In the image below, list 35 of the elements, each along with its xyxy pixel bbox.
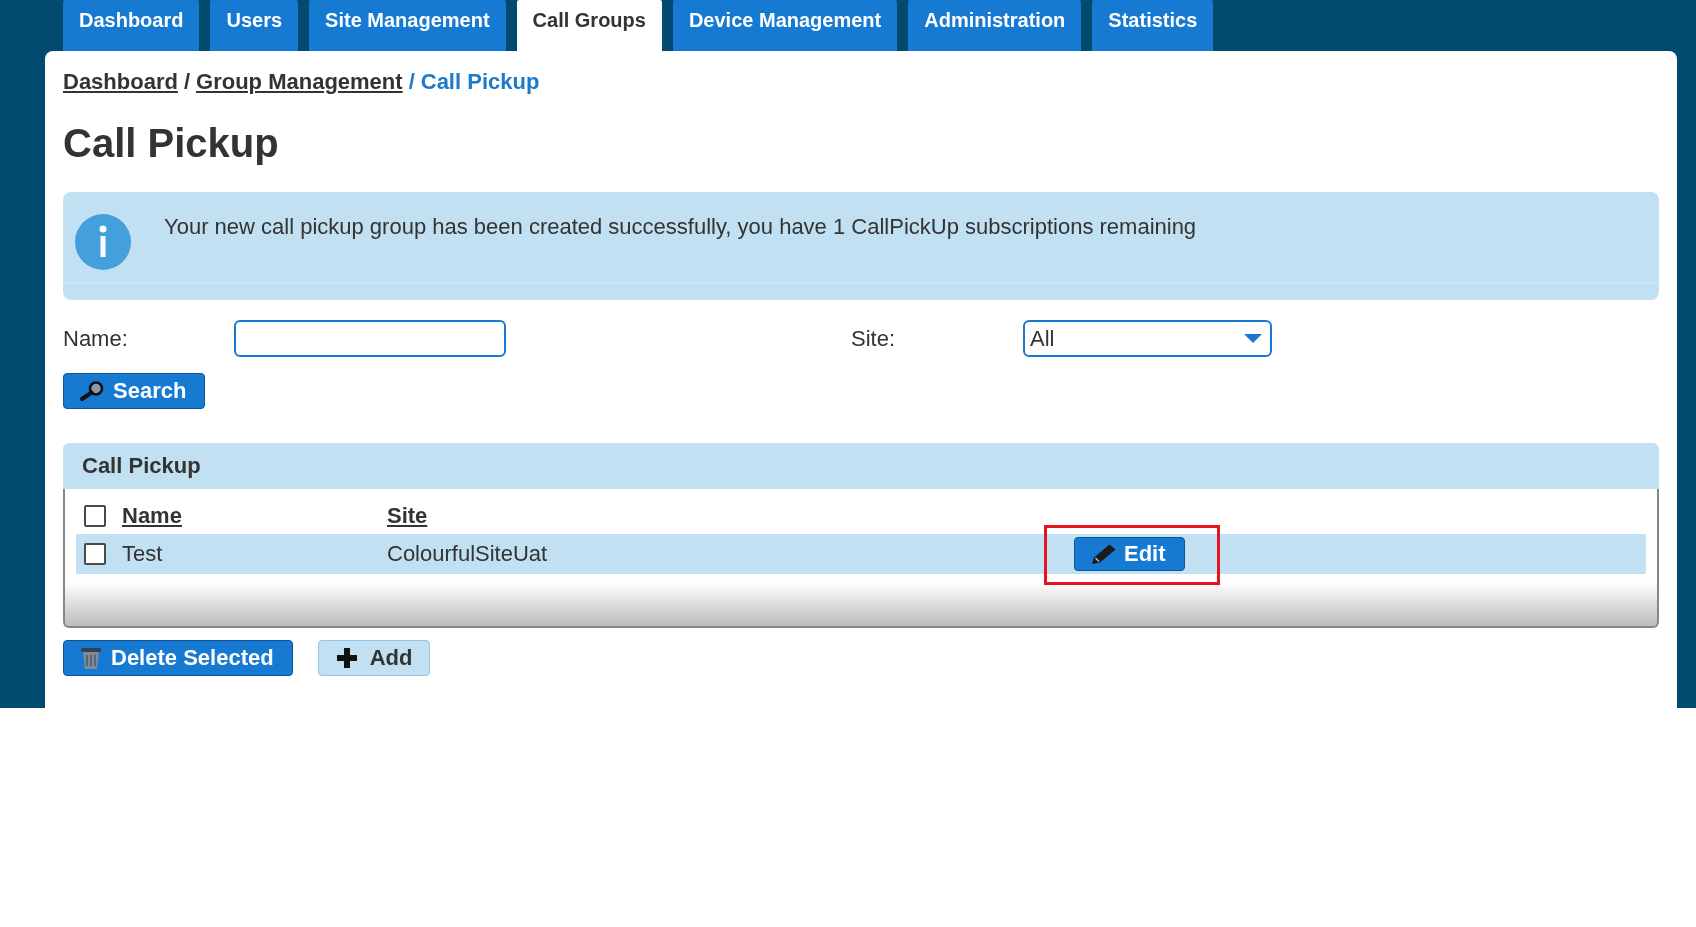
column-header[interactable]: Site <box>387 503 428 529</box>
search-button[interactable]: Search <box>63 373 206 409</box>
nav-tab[interactable]: Administration <box>908 0 1082 51</box>
nav-tab[interactable]: Users <box>210 0 299 51</box>
nav-tab[interactable]: Dashboard <box>63 0 200 51</box>
trash-icon <box>80 646 102 670</box>
row-checkbox[interactable] <box>84 543 106 565</box>
add-button[interactable]: Add <box>317 640 431 676</box>
nav-tab[interactable]: Statistics <box>1092 0 1214 51</box>
breadcrumb-link[interactable]: Dashboard <box>63 69 178 95</box>
nav-tab[interactable]: Site Management <box>309 0 506 51</box>
table-cell: Test <box>122 541 163 567</box>
edit-button[interactable]: Edit <box>1074 537 1185 571</box>
pencil-icon <box>1091 543 1117 565</box>
search-icon <box>80 381 104 401</box>
site-select[interactable]: All <box>1023 320 1272 357</box>
nav-tab[interactable]: Device Management <box>672 0 898 51</box>
breadcrumb-link[interactable]: Group Management <box>196 69 403 95</box>
page-title: Call Pickup <box>63 120 280 167</box>
site-label: Site: <box>851 325 897 352</box>
breadcrumb-separator: / <box>408 69 415 95</box>
breadcrumb-current: Call Pickup <box>420 69 540 95</box>
table-title: Call Pickup <box>82 453 201 479</box>
name-input[interactable] <box>234 320 506 357</box>
table-cell: ColourfulSiteUat <box>387 541 548 567</box>
column-header[interactable]: Name <box>122 503 182 529</box>
nav-tab[interactable]: Call Groups <box>516 0 662 51</box>
plus-icon <box>336 648 357 668</box>
name-label: Name: <box>63 325 129 352</box>
caret-icon <box>1244 334 1262 343</box>
alert-message: Your new call pickup group has been created successfully, you have 1 CallPickUp subscriptions remaining <box>164 214 1197 240</box>
breadcrumb-separator: / <box>183 69 191 95</box>
select-all-checkbox[interactable] <box>84 505 106 527</box>
info-icon <box>75 214 131 270</box>
delete-selected-button[interactable]: Delete Selected <box>63 640 293 676</box>
